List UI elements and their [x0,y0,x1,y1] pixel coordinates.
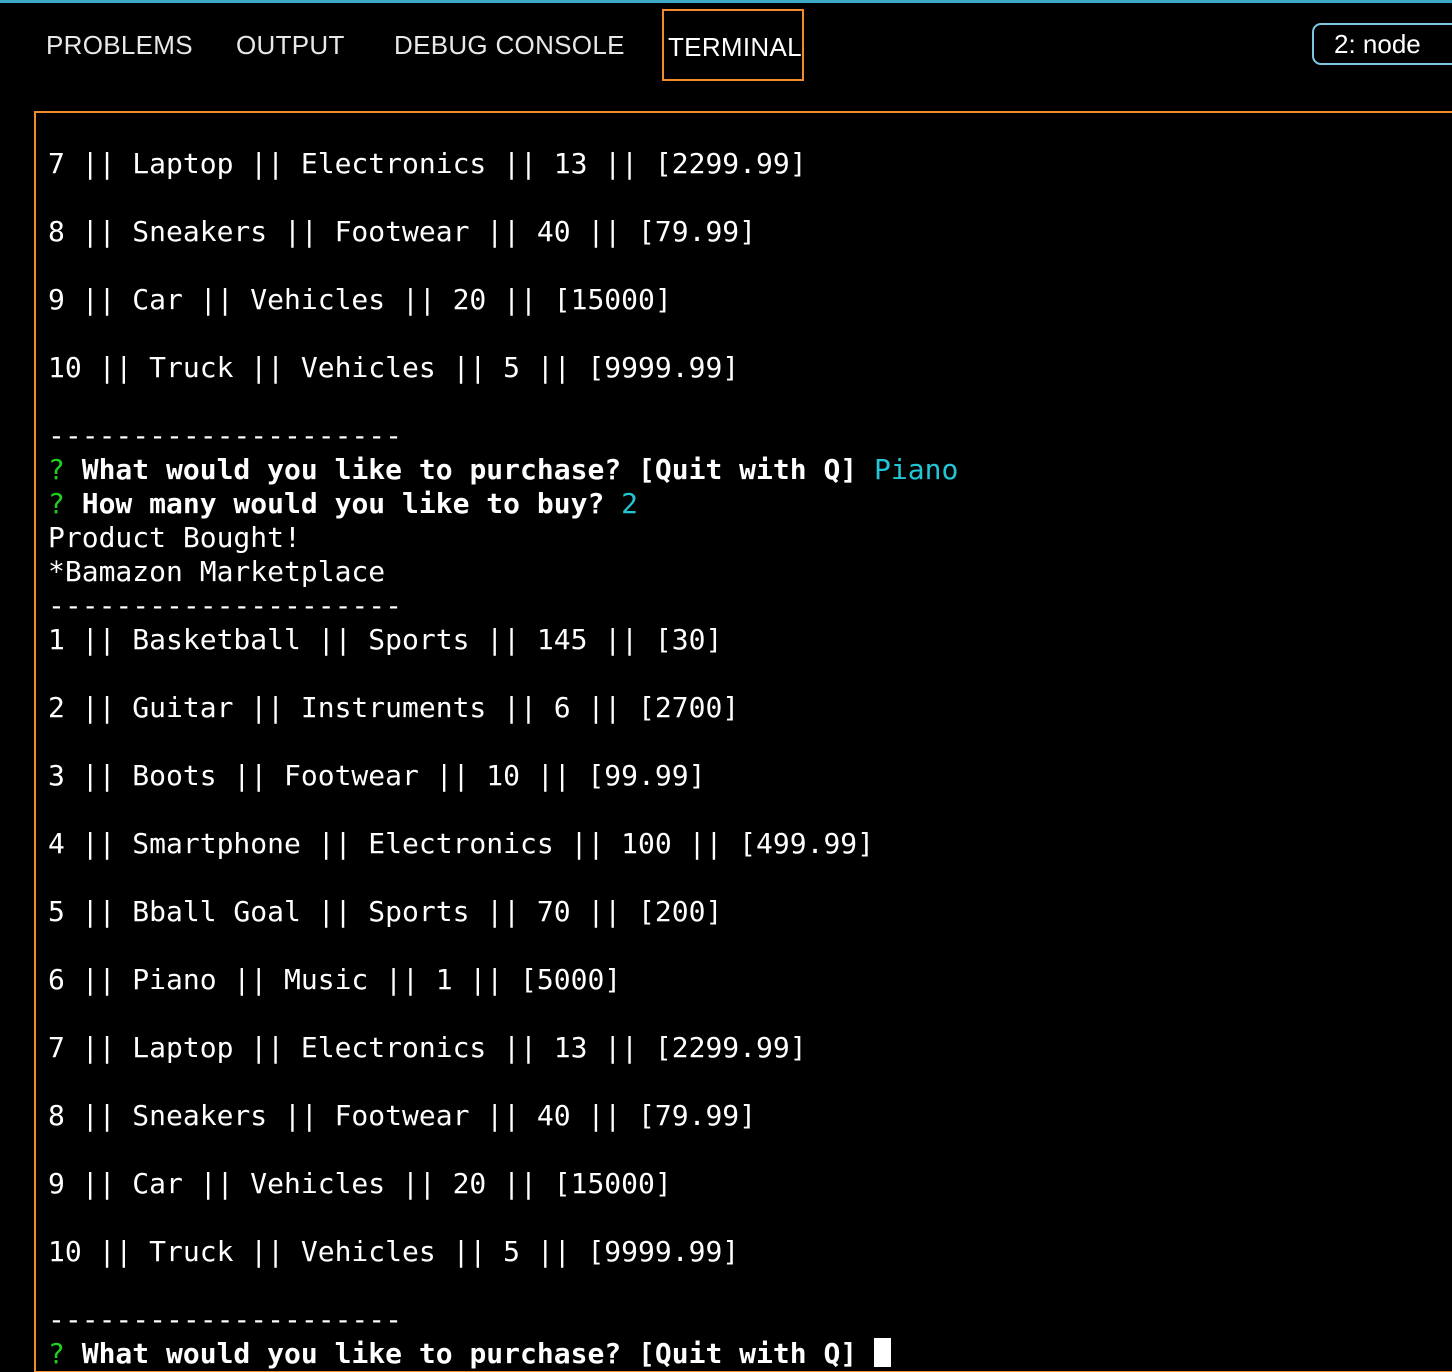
quantity-prompt-text: How many would you like to buy? [81,487,605,520]
purchase-prompt-text: What would you like to purchase? [Quit w… [81,453,858,486]
terminal-row: 8 || Sneakers || Footwear || 40 || [79.9… [48,215,757,248]
bought-message: Product Bought! [48,521,301,554]
terminal-row: 9 || Car || Vehicles || 20 || [15000] [48,283,672,316]
tab-terminal[interactable]: TERMINAL [662,9,804,81]
quantity-prompt-line: ? How many would you like to buy? 2 [48,487,638,521]
terminal-row: 7 || Laptop || Electronics || 13 || [229… [48,1031,807,1064]
terminal-select-dropdown[interactable]: 2: node [1312,23,1452,65]
purchase-prompt-text: What would you like to purchase? [Quit w… [81,1337,858,1370]
marketplace-title: *Bamazon Marketplace [48,555,386,588]
tab-problems[interactable]: PROBLEMS [46,9,193,81]
terminal-row: 10 || Truck || Vehicles || 5 || [9999.99… [48,1235,740,1268]
separator-line: --------------------- [48,1303,403,1336]
prompt-question-mark: ? [48,487,65,520]
tab-debug-console[interactable]: DEBUG CONSOLE [394,9,625,81]
active-purchase-prompt-line: ? What would you like to purchase? [Quit… [48,1337,892,1371]
separator-line: --------------------- [48,419,403,452]
prompt-question-mark: ? [48,1337,65,1370]
terminal-row: 9 || Car || Vehicles || 20 || [15000] [48,1167,672,1200]
terminal-row: 5 || Bball Goal || Sports || 70 || [200] [48,895,723,928]
panel-tab-bar: PROBLEMS OUTPUT DEBUG CONSOLE TERMINAL 2… [0,3,1452,93]
terminal-row: 10 || Truck || Vehicles || 5 || [9999.99… [48,351,740,384]
terminal-row: 3 || Boots || Footwear || 10 || [99.99] [48,759,706,792]
terminal-output[interactable]: 7 || Laptop || Electronics || 13 || [229… [34,111,1452,1372]
quantity-answer: 2 [621,487,639,520]
terminal-row: 2 || Guitar || Instruments || 6 || [2700… [48,691,740,724]
separator-line: --------------------- [48,589,403,622]
vscode-panel: PROBLEMS OUTPUT DEBUG CONSOLE TERMINAL 2… [0,0,1452,1372]
prompt-question-mark: ? [48,453,65,486]
purchase-answer: Piano [874,453,959,486]
terminal-row: 8 || Sneakers || Footwear || 40 || [79.9… [48,1099,757,1132]
terminal-row: 7 || Laptop || Electronics || 13 || [229… [48,147,807,180]
purchase-prompt-line: ? What would you like to purchase? [Quit… [48,453,958,487]
tab-output[interactable]: OUTPUT [236,9,345,81]
terminal-row: 4 || Smartphone || Electronics || 100 ||… [48,827,875,860]
terminal-row: 6 || Piano || Music || 1 || [5000] [48,963,622,996]
terminal-cursor[interactable] [874,1338,892,1367]
terminal-row: 1 || Basketball || Sports || 145 || [30] [48,623,723,656]
